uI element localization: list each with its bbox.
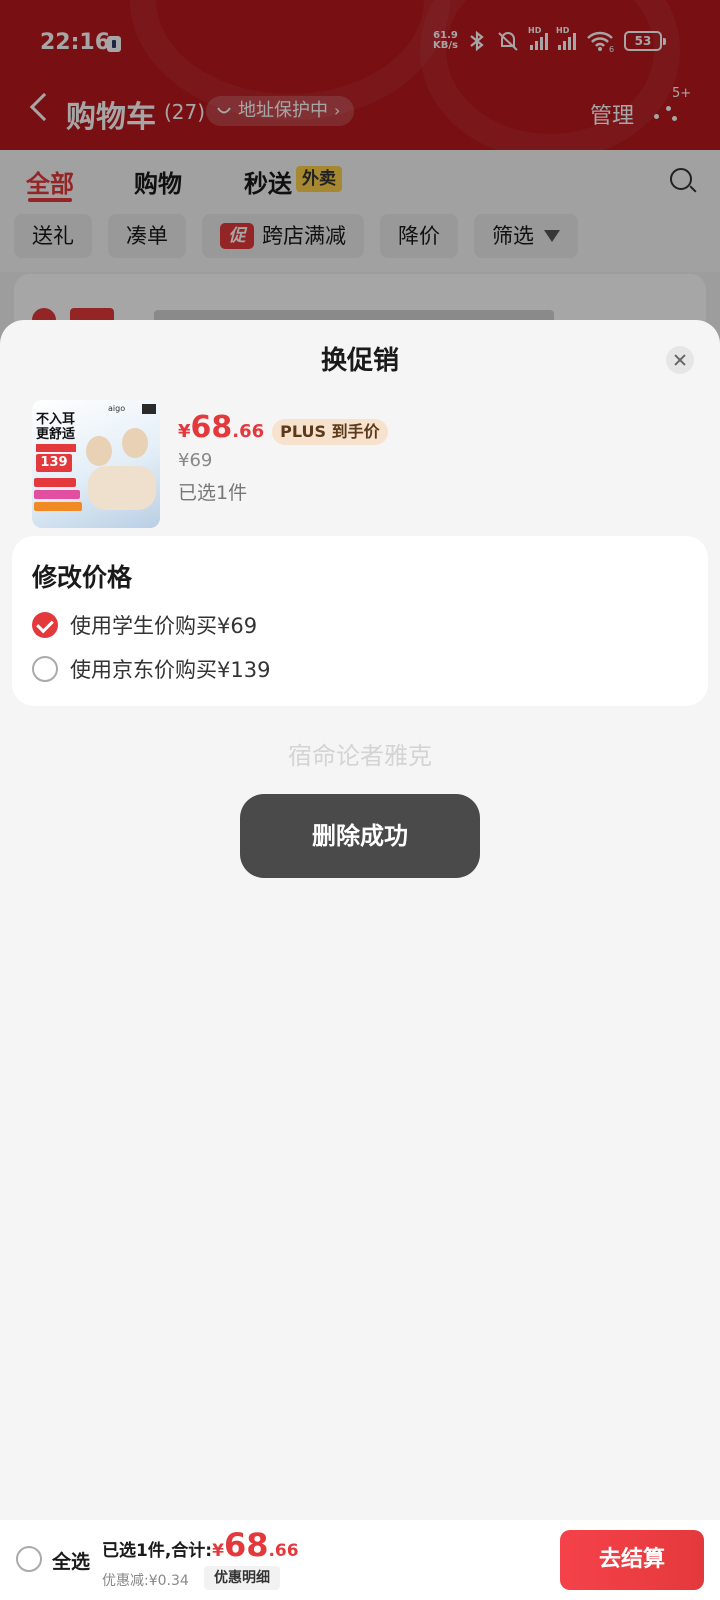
option-student-price[interactable]: 使用学生价购买¥69 — [32, 610, 257, 640]
sheet-title: 换促销 — [320, 346, 399, 376]
checked-radio-icon[interactable] — [32, 612, 58, 638]
original-price: ¥69 — [178, 450, 213, 471]
checkout-button[interactable]: 去结算 — [560, 1530, 704, 1590]
plus-price-tag: PLUS 到手价 — [272, 419, 388, 445]
total-summary: 已选1件,合计: ¥ 68 .66 — [102, 1526, 299, 1564]
product-image: aigo 不入耳 更舒适 139 — [32, 400, 160, 528]
discount-detail-button[interactable]: 优惠明细 — [204, 1566, 280, 1590]
discount-amount: 优惠减:¥0.34 — [102, 1573, 189, 1589]
select-all-label[interactable]: 全选 — [52, 1547, 90, 1574]
modify-price-card: 修改价格 使用学生价购买¥69 使用京东价购买¥139 — [12, 536, 708, 706]
select-all-radio-icon[interactable] — [16, 1546, 42, 1572]
modify-price-title: 修改价格 — [32, 563, 133, 592]
selected-count: 已选1件 — [178, 482, 248, 504]
checkout-bar: 全选 已选1件,合计: ¥ 68 .66 优惠减:¥0.34 优惠明细 去结算 — [0, 1520, 720, 1600]
close-icon[interactable] — [666, 346, 694, 374]
watermark: 宿命论者雅克 — [288, 742, 432, 770]
option-jd-price[interactable]: 使用京东价购买¥139 — [32, 654, 270, 684]
toast-message: 删除成功 — [240, 794, 480, 878]
unchecked-radio-icon[interactable] — [32, 656, 58, 682]
promotion-sheet: 换促销 aigo 不入耳 更舒适 139 ¥ 68 .66 PLUS 到手价 ¥6… — [0, 320, 720, 1600]
product-price: ¥ 68 .66 PLUS 到手价 — [178, 410, 388, 445]
